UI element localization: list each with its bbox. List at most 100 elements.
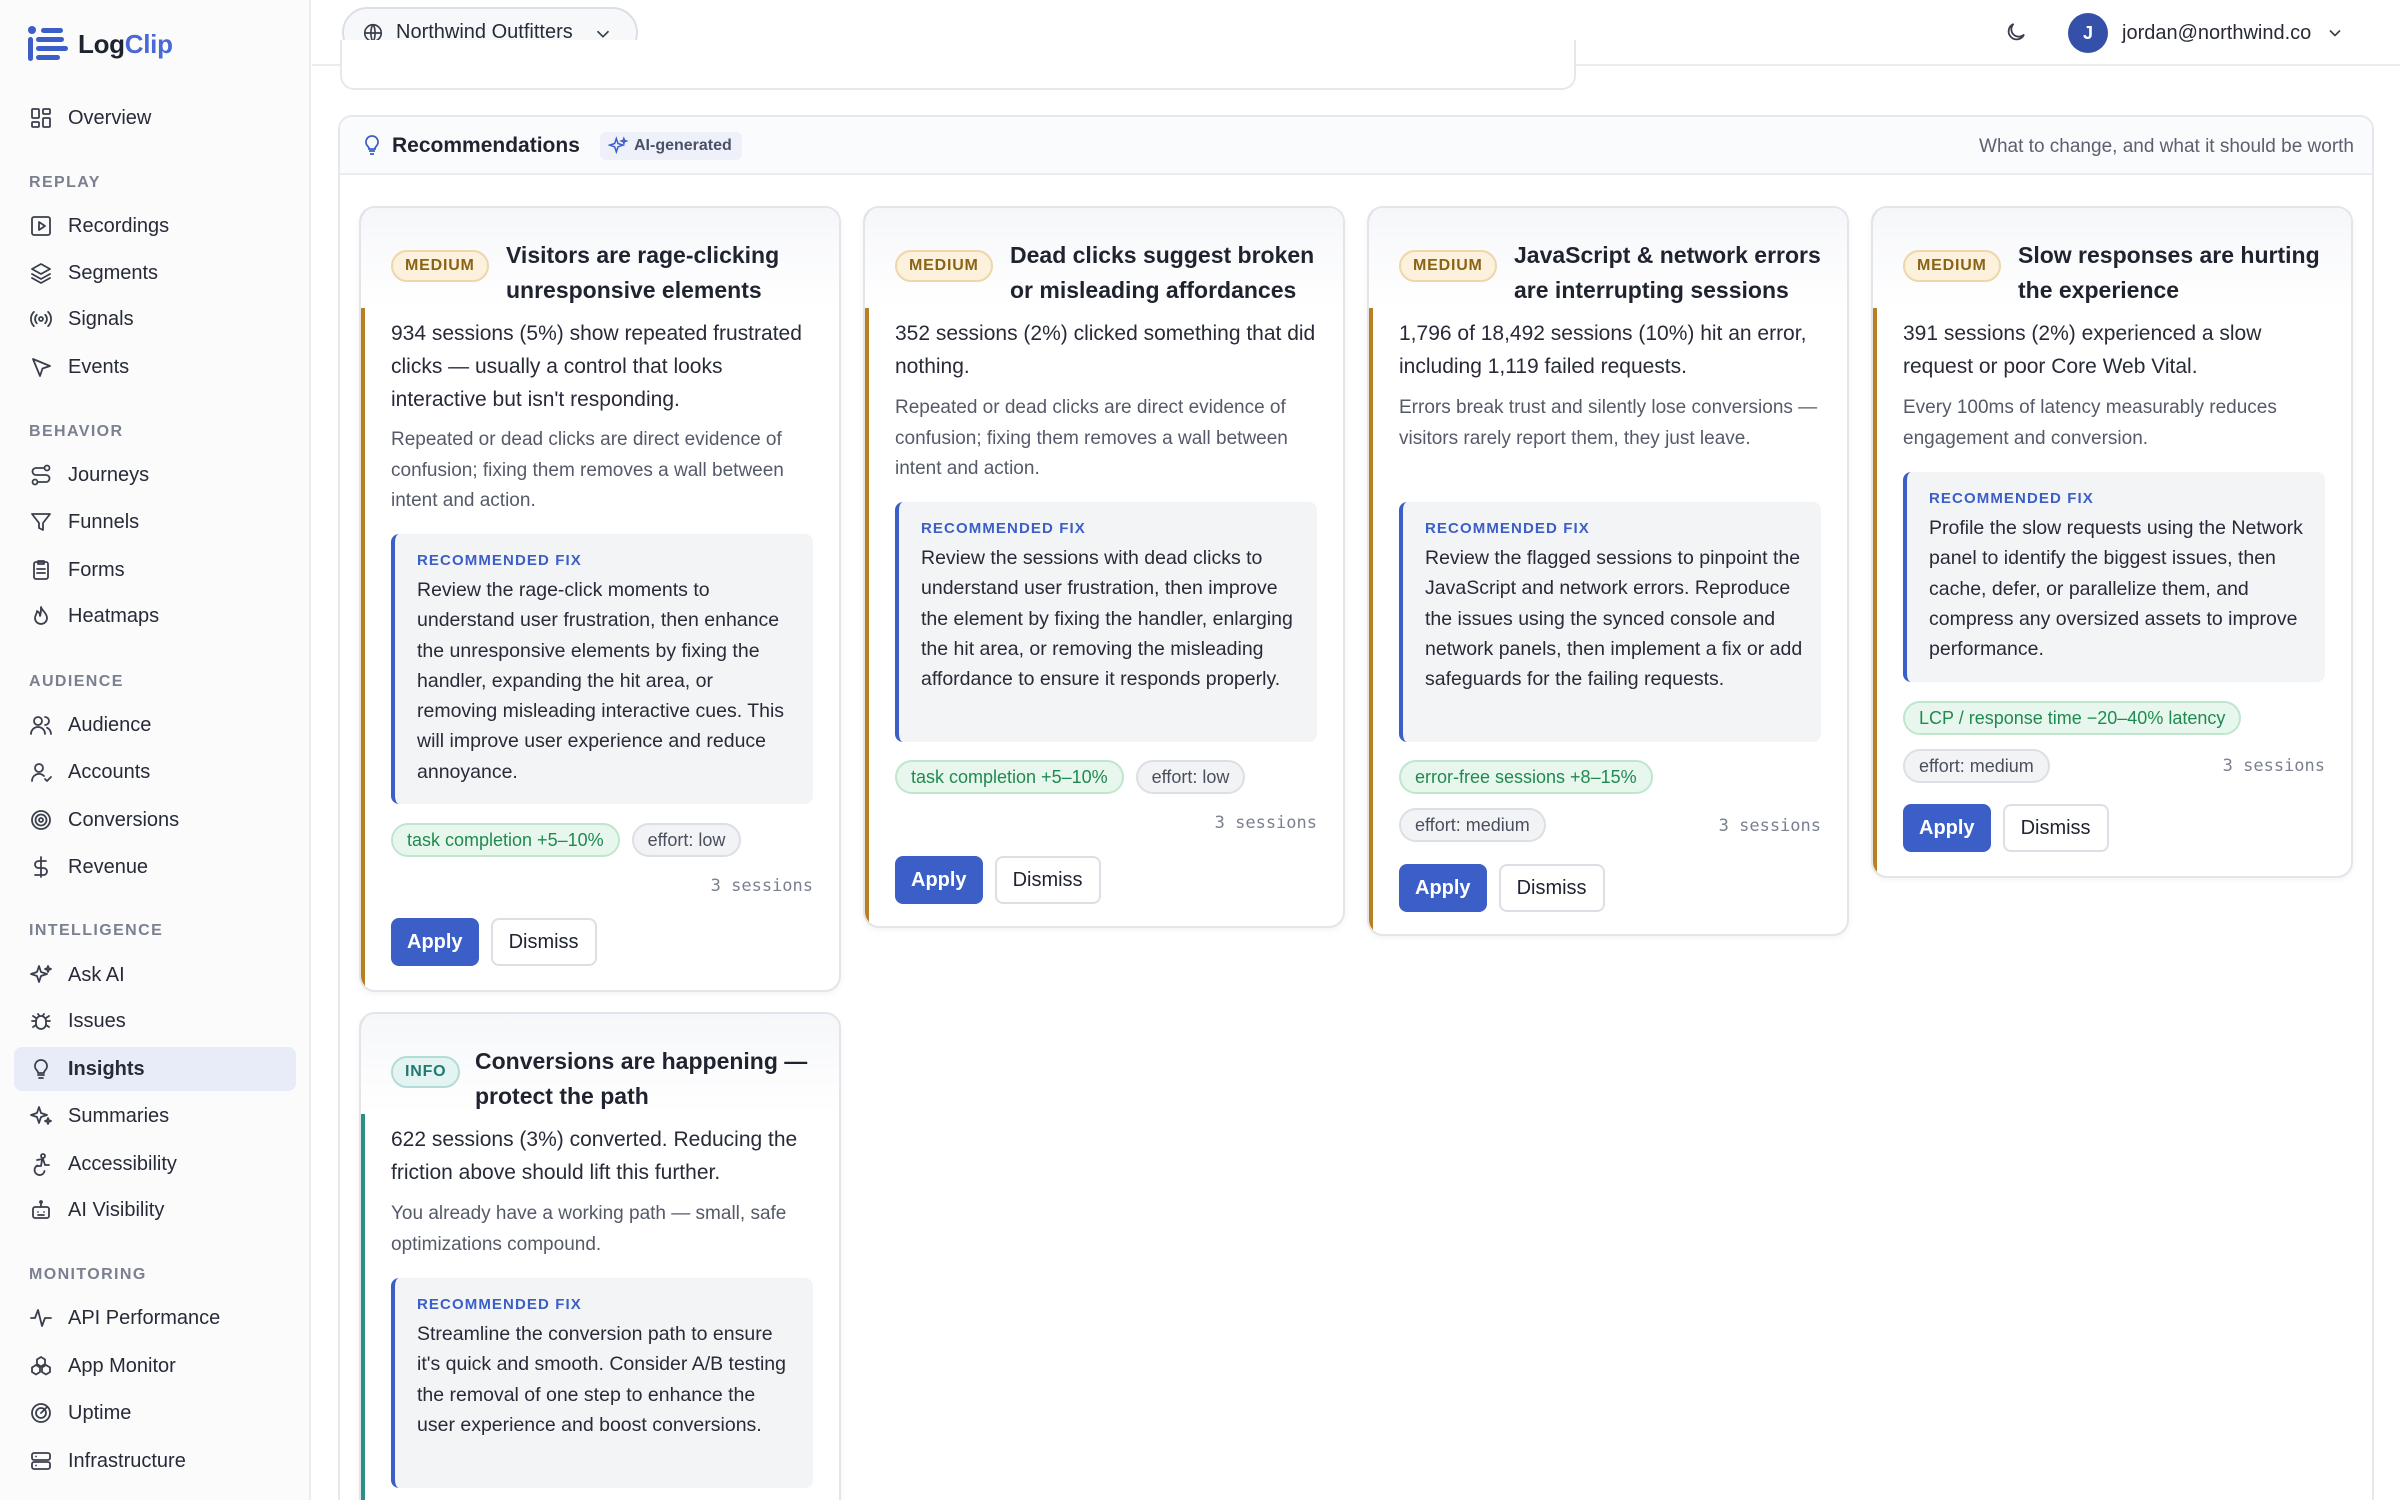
sidebar-item-insights[interactable]: Insights (14, 1047, 296, 1091)
route-icon (28, 462, 54, 488)
card-actions: Apply Dismiss (1399, 864, 1605, 912)
sidebar-item-label: Events (68, 355, 130, 378)
impact-chips: LCP / response time −20–40% latency (1903, 701, 2325, 735)
recommendation-card: MEDIUM JavaScript & network errors are i… (1367, 206, 1849, 936)
chevron-down-icon (2329, 29, 2341, 37)
sidebar-item-overview[interactable]: Overview (14, 96, 296, 140)
sidebar-item-label: Summaries (68, 1104, 170, 1127)
dismiss-button[interactable]: Dismiss (1498, 864, 1605, 912)
theme-toggle-button[interactable] (2000, 16, 2032, 48)
sidebar-item-issues[interactable]: Issues (14, 999, 296, 1043)
sessions-link[interactable]: 3 sessions (2223, 756, 2325, 776)
sidebar-item-label: Overview (68, 106, 152, 129)
impact-chips: task completion +5–10% effort: low (895, 760, 1317, 794)
section-replay: REPLAY (29, 174, 101, 191)
sidebar-item-accessibility[interactable]: Accessibility (14, 1142, 296, 1186)
sidebar-item-label: API Performance (68, 1306, 221, 1329)
section-audience: AUDIENCE (29, 673, 124, 690)
activity-icon (28, 1305, 54, 1331)
apply-button[interactable]: Apply (895, 856, 983, 904)
sidebar-item-label: Forms (68, 558, 125, 581)
sidebar-item-label: Heatmaps (68, 604, 160, 627)
sidebar-item-ask-ai[interactable]: Ask AI (14, 953, 296, 997)
robot-icon (28, 1197, 54, 1223)
sidebar-item-label: Accounts (68, 760, 151, 783)
sparkles-icon (28, 1103, 54, 1129)
impact-chip: LCP / response time −20–40% latency (1903, 701, 2242, 735)
sidebar-item-api-performance[interactable]: API Performance (14, 1296, 296, 1340)
layers-icon (28, 260, 54, 286)
sidebar-item-label: Infrastructure (68, 1449, 186, 1472)
apply-button[interactable]: Apply (1903, 804, 1991, 852)
sidebar-item-forms[interactable]: Forms (14, 548, 296, 592)
sidebar-item-segments[interactable]: Segments (14, 251, 296, 295)
dismiss-button[interactable]: Dismiss (2002, 804, 2109, 852)
dashboard-icon (28, 105, 54, 131)
cursor-icon (28, 354, 54, 380)
dollar-icon (28, 854, 54, 880)
sidebar-item-revenue[interactable]: Revenue (14, 845, 296, 889)
broadcast-icon (28, 306, 54, 332)
sidebar-item-ai-visibility[interactable]: AI Visibility (14, 1188, 296, 1232)
sidebar-item-heatmaps[interactable]: Heatmaps (14, 594, 296, 638)
sidebar-item-label: Audience (68, 713, 152, 736)
sessions-link[interactable]: 3 sessions (711, 876, 813, 896)
sidebar-item-summaries[interactable]: Summaries (14, 1094, 296, 1138)
impact-chip: task completion +5–10% (895, 760, 1124, 794)
sidebar-item-label: Recordings (68, 214, 170, 237)
sidebar-item-label: Uptime (68, 1401, 132, 1424)
card-summary: 352 sessions (2%) clicked something that… (895, 322, 1316, 378)
users-icon (28, 712, 54, 738)
sidebar-item-label: Ask AI (68, 963, 125, 986)
sidebar-item-label: Issues (68, 1009, 126, 1032)
effort-chip: effort: low (631, 823, 742, 857)
sidebar-item-label: Conversions (68, 808, 180, 831)
recommendation-card: MEDIUM Dead clicks suggest broken or mis… (863, 206, 1345, 928)
effort-chip: effort: medium (1903, 749, 2050, 783)
sidebar-item-app-monitor[interactable]: App Monitor (14, 1344, 296, 1388)
sidebar-item-accounts[interactable]: Accounts (14, 750, 296, 794)
sidebar-item-label: Signals (68, 307, 134, 330)
sidebar-item-infrastructure[interactable]: Infrastructure (14, 1439, 296, 1483)
recommended-fix: RECOMMENDED FIX Streamline the conversio… (391, 1278, 813, 1488)
card-actions: Apply Dismiss (391, 918, 597, 966)
impact-chips: error-free sessions +8–15% (1399, 760, 1821, 794)
boxes-icon (28, 1353, 54, 1379)
app-name: LogClip (78, 28, 173, 59)
section-intelligence: INTELLIGENCE (29, 922, 164, 939)
impact-chips: task completion +5–10% effort: low (391, 823, 813, 857)
severity-badge: MEDIUM (1399, 250, 1497, 282)
sidebar-item-label: Segments (68, 261, 159, 284)
logo-icon (28, 24, 68, 64)
card-summary: 391 sessions (2%) experienced a slow req… (1903, 322, 2262, 378)
dismiss-button[interactable]: Dismiss (994, 856, 1101, 904)
sidebar-item-uptime[interactable]: Uptime (14, 1391, 296, 1435)
user-check-icon (28, 759, 54, 785)
sidebar-item-audience[interactable]: Audience (14, 703, 296, 747)
apply-button[interactable]: Apply (1399, 864, 1487, 912)
panel-title: Recommendations (392, 134, 580, 157)
severity-badge: MEDIUM (1903, 250, 2001, 282)
sidebar-item-events[interactable]: Events (14, 345, 296, 389)
app-logo[interactable]: LogClip (28, 24, 173, 64)
sessions-link[interactable]: 3 sessions (1719, 816, 1821, 836)
sidebar-item-label: Journeys (68, 463, 150, 486)
sidebar-item-recordings[interactable]: Recordings (14, 204, 296, 248)
apply-button[interactable]: Apply (391, 918, 479, 966)
card-title: Slow responses are hurting the experienc… (2018, 242, 2320, 303)
avatar: J (2068, 13, 2108, 53)
sidebar-item-funnels[interactable]: Funnels (14, 500, 296, 544)
sidebar-item-label: Funnels (68, 510, 140, 533)
accessibility-icon (28, 1151, 54, 1177)
card-summary: 622 sessions (3%) converted. Reducing th… (391, 1128, 798, 1184)
user-menu[interactable]: J jordan@northwind.co (2068, 12, 2345, 54)
card-rationale: Repeated or dead clicks are direct evide… (391, 429, 784, 511)
lightbulb-icon (28, 1056, 54, 1082)
sidebar-item-signals[interactable]: Signals (14, 297, 296, 341)
sidebar-item-journeys[interactable]: Journeys (14, 453, 296, 497)
dismiss-button[interactable]: Dismiss (490, 918, 597, 966)
sidebar-item-conversions[interactable]: Conversions (14, 798, 296, 842)
severity-badge: MEDIUM (895, 250, 993, 282)
sessions-link[interactable]: 3 sessions (1215, 813, 1317, 833)
card-title: Visitors are rage-clicking unresponsive … (506, 242, 780, 303)
